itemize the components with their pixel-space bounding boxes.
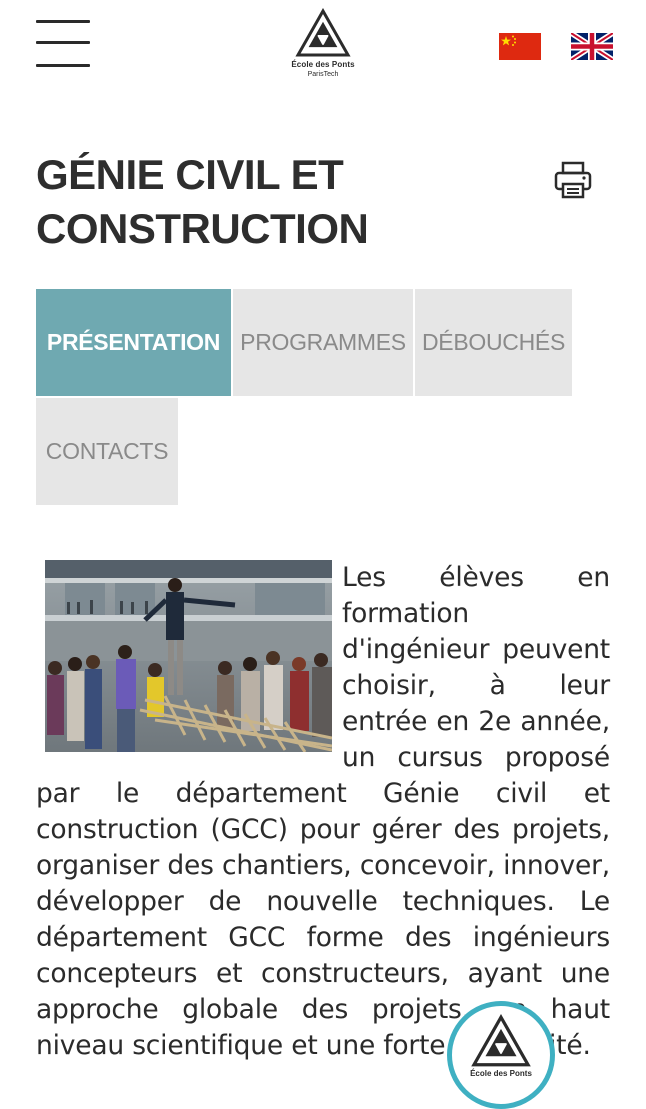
logo-line1: École des Ponts <box>291 60 355 69</box>
tab-contacts[interactable]: CONTACTS <box>36 398 178 505</box>
triangle-logo-icon <box>471 1014 531 1067</box>
logo-line2: ParisTech <box>307 71 339 78</box>
intro-paragraph: Les élèves en formation d'ingénieur peuv… <box>36 560 610 1064</box>
page-title: GÉNIE CIVIL ET CONSTRUCTION <box>36 151 369 252</box>
printer-icon[interactable] <box>553 160 593 200</box>
uk-flag-icon[interactable] <box>571 33 613 60</box>
hamburger-menu-icon[interactable] <box>36 20 90 70</box>
tab-presentation[interactable]: PRÉSENTATION <box>36 289 231 396</box>
floating-logo-button[interactable]: École des Ponts <box>447 1001 555 1109</box>
china-flag-icon[interactable] <box>499 33 541 60</box>
tab-programmes[interactable]: PROGRAMMES <box>233 289 413 396</box>
badge-label: École des Ponts <box>470 1069 532 1078</box>
site-header: École des Ponts ParisTech <box>0 0 646 100</box>
tab-debouches[interactable]: DÉBOUCHÉS <box>415 289 572 396</box>
triangle-logo-icon <box>295 8 351 57</box>
school-logo[interactable]: École des Ponts ParisTech <box>280 8 366 88</box>
